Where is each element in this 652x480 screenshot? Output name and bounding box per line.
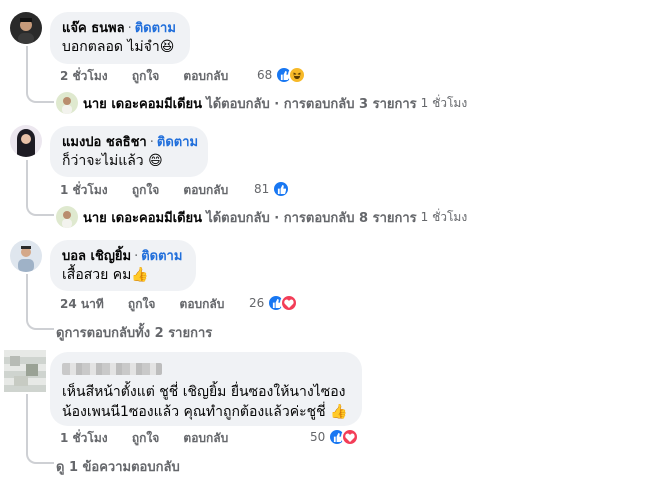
thread-line [26, 394, 28, 452]
comment-text-line-2-body: น้องเพนนี1ซองแล้ว คุณทำถูกต้องแล้วค่ะชูช… [62, 404, 326, 420]
love-reaction-icon [280, 294, 299, 312]
reactions-count: 68 [257, 68, 273, 82]
timestamp[interactable]: 1 ชั่วโมง [60, 183, 108, 197]
avatar[interactable] [10, 125, 42, 157]
comment-actions: 24 นาที ถูกใจ ตอบกลับ [60, 296, 244, 312]
timestamp[interactable]: 2 ชั่วโมง [60, 69, 108, 83]
comment-bubble: แจ๊ค ธนพล · ติดตาม บอกตลอด ไม่จำ😆 [50, 12, 190, 64]
reply-timestamp: 1 ชั่วโมง [420, 95, 468, 110]
comment-author-line [62, 360, 350, 377]
author-name[interactable]: แจ๊ค ธนพล [62, 21, 125, 36]
avatar[interactable] [10, 240, 42, 272]
avatar[interactable] [4, 350, 46, 392]
comment-text-body: บอกตลอด ไม่จำ [62, 39, 160, 55]
avatar[interactable] [10, 12, 42, 44]
reply-button[interactable]: ตอบกลับ [183, 431, 228, 445]
like-button[interactable]: ถูกใจ [132, 69, 159, 83]
avatar [56, 92, 78, 114]
haha-emoji-icon: 😆 [159, 39, 175, 55]
timestamp[interactable]: 24 นาที [60, 297, 104, 311]
timestamp[interactable]: 1 ชั่วโมง [60, 431, 108, 445]
reply-button[interactable]: ตอบกลับ [183, 69, 228, 83]
like-button[interactable]: ถูกใจ [128, 297, 155, 311]
comment-author-line: บอล เชิญยิ้ม · ติดตาม [62, 248, 184, 265]
reply-count-text[interactable]: ได้ตอบกลับ · การตอบกลับ 3 รายการ [206, 93, 416, 114]
comment-text: บอกตลอด ไม่จำ😆 [62, 37, 178, 57]
thread-line [26, 274, 28, 318]
comment-text: เห็นสีหน้าตั้งแต่ ชูชี่ เชิญยิ้ม ยื่นซอง… [62, 382, 350, 422]
comment-text: เสื้อสวย คม👍 [62, 265, 184, 285]
comment-bubble: แมงปอ ชลธิชา · ติดตาม ก็ว่าจะไม่แล้ว 😄 [50, 126, 208, 177]
comment-actions: 1 ชั่วโมง ถูกใจ ตอบกลับ [60, 182, 248, 198]
separator-dot: · [127, 21, 132, 36]
view-replies-link[interactable]: ดูการตอบกลับทั้ง 2 รายการ [56, 322, 212, 343]
view-replies-link[interactable]: ดู 1 ข้อความตอบกลับ [56, 456, 180, 477]
comment-author-line: แมงปอ ชลธิชา · ติดตาม [62, 134, 198, 151]
comment-actions: 2 ชั่วโมง ถูกใจ ตอบกลับ [60, 68, 248, 84]
comment-text-body: ก็ว่าจะไม่แล้ว [62, 153, 144, 169]
love-reaction-icon [341, 428, 360, 446]
thumbs-up-emoji-icon: 👍 [131, 267, 149, 283]
reactions-count: 81 [254, 182, 270, 196]
comment-text-line-1: เห็นสีหน้าตั้งแต่ ชูชี่ เชิญยิ้ม ยื่นซอง… [62, 384, 346, 400]
reactions-summary[interactable]: 26 [249, 294, 299, 312]
reactions-count: 26 [249, 296, 265, 310]
comment-text-line-2: น้องเพนนี1ซองแล้ว คุณทำถูกต้องแล้วค่ะชูช… [62, 402, 350, 422]
comment-text-body: เสื้อสวย คม [62, 267, 132, 283]
reply-author-name[interactable]: นาย เดอะคอมมีเดียน [83, 93, 202, 114]
smile-emoji-icon: 😄 [148, 153, 163, 169]
comment-actions: 1 ชั่วโมง ถูกใจ ตอบกลับ [60, 430, 248, 446]
reactions-count: 50 [310, 430, 326, 444]
comment-bubble: เห็นสีหน้าตั้งแต่ ชูชี่ เชิญยิ้ม ยื่นซอง… [50, 352, 362, 426]
author-name[interactable]: แมงปอ ชลธิชา [62, 135, 147, 150]
thumbs-up-emoji-icon: 👍 [330, 404, 348, 420]
reply-connector [26, 200, 54, 216]
separator-dot: · [134, 249, 139, 264]
haha-reaction-icon [288, 66, 307, 84]
separator-dot: · [149, 135, 154, 150]
reply-connector [26, 88, 54, 103]
reply-author-name[interactable]: นาย เดอะคอมมีเดียน [83, 207, 202, 228]
reply-button[interactable]: ตอบกลับ [183, 183, 228, 197]
comment-bubble: บอล เชิญยิ้ม · ติดตาม เสื้อสวย คม👍 [50, 240, 196, 291]
like-button[interactable]: ถูกใจ [132, 183, 159, 197]
blurred-author-name[interactable] [62, 362, 162, 375]
thread-line [26, 160, 28, 204]
like-button[interactable]: ถูกใจ [132, 431, 159, 445]
author-name[interactable]: บอล เชิญยิ้ม [62, 249, 131, 264]
reply-connector [26, 314, 54, 330]
follow-link[interactable]: ติดตาม [141, 249, 182, 264]
reply-button[interactable]: ตอบกลับ [180, 297, 225, 311]
follow-link[interactable]: ติดตาม [157, 135, 198, 150]
avatar [56, 206, 78, 228]
reply-summary-row[interactable]: นาย เดอะคอมมีเดียน ได้ตอบกลับ · การตอบกล… [56, 92, 467, 114]
reply-summary-row[interactable]: นาย เดอะคอมมีเดียน ได้ตอบกลับ · การตอบกล… [56, 206, 467, 228]
like-reaction-icon [272, 180, 291, 198]
comment-author-line: แจ๊ค ธนพล · ติดตาม [62, 20, 178, 37]
reactions-summary[interactable]: 68 [257, 66, 307, 84]
reply-count-text[interactable]: ได้ตอบกลับ · การตอบกลับ 8 รายการ [206, 207, 416, 228]
thread-line [26, 46, 28, 92]
comment-text: ก็ว่าจะไม่แล้ว 😄 [62, 151, 196, 171]
reactions-summary[interactable]: 50 [310, 428, 360, 446]
reply-connector [26, 448, 54, 464]
reactions-summary[interactable]: 81 [254, 180, 291, 198]
follow-link[interactable]: ติดตาม [135, 21, 176, 36]
reply-timestamp: 1 ชั่วโมง [420, 209, 468, 224]
